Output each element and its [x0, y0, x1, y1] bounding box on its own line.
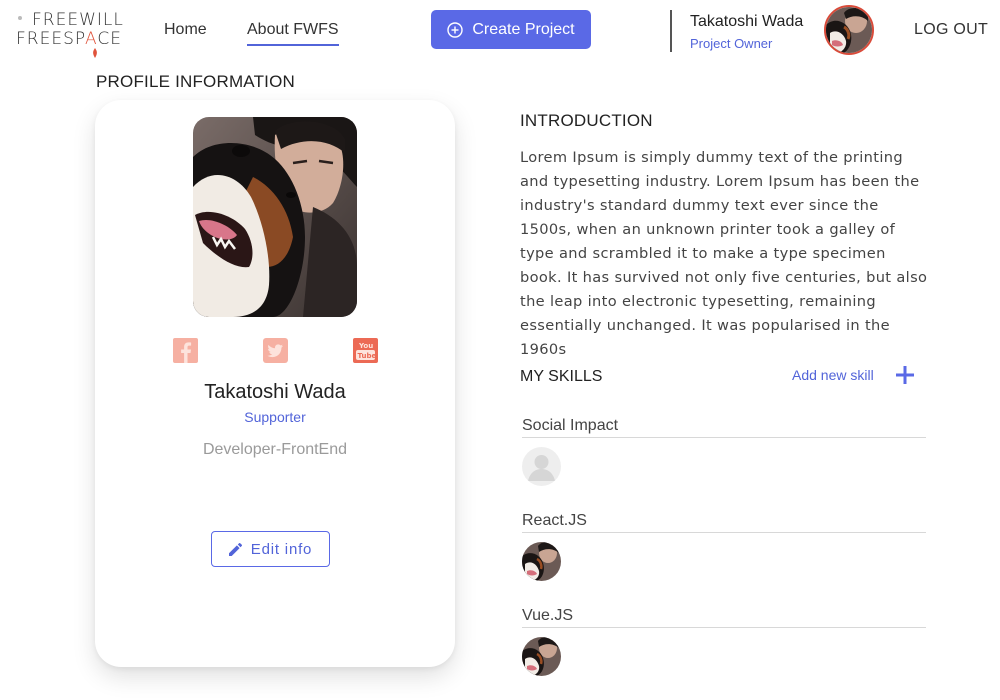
- header-divider: [670, 10, 672, 52]
- introduction-title: INTRODUCTION: [520, 111, 653, 130]
- social-links: You Tube: [95, 338, 455, 364]
- twitter-icon[interactable]: [263, 338, 288, 363]
- nav-home-link[interactable]: Home: [164, 21, 207, 39]
- avatar-photo: [522, 542, 561, 581]
- add-skill-plus-icon[interactable]: [893, 363, 917, 387]
- profile-name: Takatoshi Wada: [204, 381, 346, 403]
- svg-text:Tube: Tube: [358, 352, 377, 360]
- skill-user-avatar-placeholder[interactable]: [522, 447, 561, 486]
- profile-role: Supporter: [244, 409, 306, 425]
- user-placeholder-icon: [528, 455, 555, 481]
- logo-text-line2: FREESPACE: [16, 29, 122, 49]
- add-new-skill-link[interactable]: Add new skill: [792, 367, 874, 383]
- skill-user-avatar[interactable]: [522, 542, 561, 581]
- create-project-label: Create Project: [472, 20, 575, 38]
- edit-info-label: Edit info: [250, 540, 313, 558]
- youtube-icon[interactable]: You Tube: [353, 338, 378, 363]
- svg-text:You: You: [358, 342, 373, 350]
- nav-about-link[interactable]: About FWFS: [247, 21, 339, 46]
- skill-name: React.JS: [522, 512, 926, 533]
- profile-card: You Tube Takatoshi Wada Supporter Develo…: [95, 100, 455, 667]
- freewill-freespace-logo[interactable]: FREEWILL FREESPACE: [16, 10, 134, 58]
- skills-title: MY SKILLS: [520, 368, 603, 385]
- skill-name: Social Impact: [522, 417, 926, 438]
- profile-photo-image: [193, 117, 357, 317]
- header-user-role: Project Owner: [690, 36, 773, 51]
- edit-info-button[interactable]: Edit info: [211, 531, 330, 567]
- logo-text-line1: FREEWILL: [32, 10, 124, 30]
- flame-icon: [93, 48, 97, 58]
- user-avatar[interactable]: [824, 5, 874, 55]
- top-nav-bar: FREEWILL FREESPACE Home About FWFS Creat…: [0, 0, 1000, 62]
- logout-button[interactable]: LOG OUT: [914, 21, 988, 39]
- avatar-photo: [522, 637, 561, 676]
- skill-item-vue: Vue.JS: [522, 607, 926, 676]
- plus-circle-icon: [447, 21, 464, 38]
- profile-photo: [193, 117, 357, 317]
- avatar-photo: [826, 7, 872, 53]
- header-user-name: Takatoshi Wada: [690, 13, 804, 30]
- facebook-icon[interactable]: [173, 338, 198, 363]
- pencil-icon: [228, 542, 242, 556]
- create-project-button[interactable]: Create Project: [431, 10, 591, 49]
- skill-user-avatar[interactable]: [522, 637, 561, 676]
- skill-item-react: React.JS: [522, 512, 926, 581]
- introduction-text: Lorem Ipsum is simply dummy text of the …: [520, 149, 928, 358]
- skill-item-social-impact: Social Impact: [522, 417, 926, 486]
- profile-job-title: Developer-FrontEnd: [202, 441, 348, 458]
- skill-name: Vue.JS: [522, 607, 926, 628]
- profile-section-title: PROFILE INFORMATION: [96, 72, 295, 91]
